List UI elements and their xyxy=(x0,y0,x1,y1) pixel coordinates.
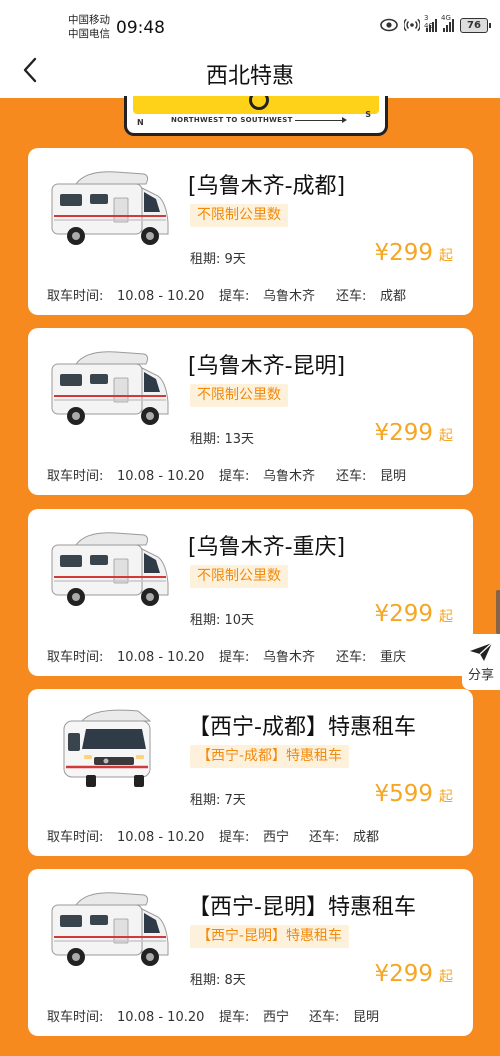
pickup-time-label: 取车时间: xyxy=(47,830,104,845)
signal-2-label: 4G xyxy=(441,14,451,22)
offer-card[interactable]: 【西宁-昆明】特惠租车 【西宁-昆明】特惠租车 租期: 8天 ¥299 起 取车时… xyxy=(28,869,473,1036)
pickup-dates: 10.08 - 10.20 xyxy=(117,469,205,484)
offer-info-row: 取车时间: 10.08 - 10.20 提车: 乌鲁木齐 还车: 昆明 xyxy=(47,465,406,484)
battery-icon: 76 xyxy=(460,17,491,33)
offer-route: 【西宁-成都】特惠租车 xyxy=(188,715,416,740)
pickup-time-label: 取车时间: xyxy=(47,1010,104,1025)
price-value: ¥299 xyxy=(374,961,433,987)
pickup-place: 乌鲁木齐 xyxy=(263,289,316,304)
banner-road-sign: N NORTHWEST TO SOUTHWEST S xyxy=(124,96,388,136)
carrier-2: 中国电信 xyxy=(68,28,110,40)
return-place: 重庆 xyxy=(380,650,407,665)
offer-route: [乌鲁木齐-重庆] xyxy=(188,535,346,560)
rv-motorhome-image xyxy=(51,532,169,606)
return-place-label: 还车: xyxy=(309,1010,340,1025)
hotspot-icon xyxy=(404,18,420,32)
offer-card[interactable]: [乌鲁木齐-昆明] 不限制公里数 租期: 13天 ¥299 起 取车时间: 10.0… xyxy=(28,328,473,495)
return-place: 成都 xyxy=(353,830,380,845)
share-label: 分享 xyxy=(467,667,494,683)
rental-duration: 租期: 8天 xyxy=(190,973,246,988)
offer-route: [乌鲁木齐-昆明] xyxy=(188,354,346,379)
carrier-names: 中国移动 中国电信 xyxy=(68,13,110,41)
arrow-right-icon xyxy=(295,117,347,123)
rv-motorhome-image xyxy=(51,171,169,245)
share-plane-icon xyxy=(470,642,493,661)
return-place-label: 还车: xyxy=(336,650,367,665)
offer-card[interactable]: [乌鲁木齐-成都] 不限制公里数 租期: 9天 ¥299 起 取车时间: 10.08… xyxy=(28,148,473,315)
rv-motorhome-image xyxy=(51,351,169,425)
signal-1-label: 3 4G xyxy=(424,14,434,30)
pickup-dates: 10.08 - 10.20 xyxy=(117,289,205,304)
clock: 09:48 xyxy=(116,18,165,38)
rental-duration: 租期: 9天 xyxy=(190,252,246,267)
offer-tag: 【西宁-成都】特惠租车 xyxy=(190,745,350,768)
return-place-label: 还车: xyxy=(309,830,340,845)
price-value: ¥299 xyxy=(374,240,433,266)
offer-route: 【西宁-昆明】特惠租车 xyxy=(188,895,416,920)
nav-bar: 西北特惠 xyxy=(0,44,500,98)
pickup-place-label: 提车: xyxy=(219,650,250,665)
pickup-place-label: 提车: xyxy=(219,830,250,845)
banner-route-text: NORTHWEST TO SOUTHWEST xyxy=(171,116,293,124)
share-button[interactable]: 分享 xyxy=(462,634,500,690)
offer-route: [乌鲁木齐-成都] xyxy=(188,174,346,199)
page-title: 西北特惠 xyxy=(205,64,294,89)
status-icons: 3 4G 4G 76 xyxy=(380,14,491,33)
price-value: ¥599 xyxy=(374,781,433,807)
signal-2-icon: 4G xyxy=(441,14,454,32)
offer-info-row: 取车时间: 10.08 - 10.20 提车: 西宁 还车: 成都 xyxy=(47,826,379,845)
banner-left-letter: N xyxy=(137,118,144,127)
pickup-dates: 10.08 - 10.20 xyxy=(117,650,205,665)
pickup-time-label: 取车时间: xyxy=(47,469,104,484)
return-place: 成都 xyxy=(380,289,407,304)
pickup-dates: 10.08 - 10.20 xyxy=(117,830,205,845)
return-place-label: 还车: xyxy=(336,469,367,484)
offer-price: ¥299 起 xyxy=(374,601,453,627)
price-suffix: 起 xyxy=(439,789,453,805)
price-suffix: 起 xyxy=(439,969,453,985)
offer-card[interactable]: [乌鲁木齐-重庆] 不限制公里数 租期: 10天 ¥299 起 取车时间: 10.0… xyxy=(28,509,473,676)
pickup-place: 乌鲁木齐 xyxy=(263,650,316,665)
offer-tag: 【西宁-昆明】特惠租车 xyxy=(190,925,350,948)
pickup-place-label: 提车: xyxy=(219,289,250,304)
offer-info-row: 取车时间: 10.08 - 10.20 提车: 乌鲁木齐 还车: 重庆 xyxy=(47,646,406,665)
price-value: ¥299 xyxy=(374,601,433,627)
scroll-indicator xyxy=(496,590,500,634)
pickup-place-label: 提车: xyxy=(219,469,250,484)
rv-motorhome-front-image xyxy=(63,709,152,787)
carrier-1: 中国移动 xyxy=(68,14,110,26)
pickup-place: 乌鲁木齐 xyxy=(263,469,316,484)
eye-icon xyxy=(380,18,398,32)
rental-duration: 租期: 13天 xyxy=(190,432,255,447)
offer-tag: 不限制公里数 xyxy=(190,565,288,588)
pickup-place-label: 提车: xyxy=(219,1010,250,1025)
pickup-time-label: 取车时间: xyxy=(47,650,104,665)
return-place: 昆明 xyxy=(353,1010,380,1025)
pickup-dates: 10.08 - 10.20 xyxy=(117,1010,205,1025)
price-suffix: 起 xyxy=(439,609,453,625)
rv-motorhome-image xyxy=(51,892,169,966)
offer-tag: 不限制公里数 xyxy=(190,384,288,407)
offer-price: ¥299 起 xyxy=(374,961,453,987)
rental-duration: 租期: 10天 xyxy=(190,613,255,628)
price-suffix: 起 xyxy=(439,428,453,444)
price-value: ¥299 xyxy=(374,420,433,446)
offer-price: ¥299 起 xyxy=(374,240,453,266)
banner-right-letter: S xyxy=(365,110,371,119)
price-suffix: 起 xyxy=(439,248,453,264)
rental-duration: 租期: 7天 xyxy=(190,793,246,808)
signal-1-icon: 3 4G xyxy=(424,14,437,32)
pickup-place: 西宁 xyxy=(263,830,290,845)
offer-info-row: 取车时间: 10.08 - 10.20 提车: 西宁 还车: 昆明 xyxy=(47,1006,379,1025)
return-place-label: 还车: xyxy=(336,289,367,304)
offer-price: ¥599 起 xyxy=(374,781,453,807)
offer-card[interactable]: 【西宁-成都】特惠租车 【西宁-成都】特惠租车 租期: 7天 ¥599 起 取车时… xyxy=(28,689,473,856)
return-place: 昆明 xyxy=(380,469,407,484)
offer-tag: 不限制公里数 xyxy=(190,204,288,227)
pickup-place: 西宁 xyxy=(263,1010,290,1025)
status-bar: 中国移动 中国电信 09:48 3 4G 4G 76 xyxy=(0,0,500,44)
offer-info-row: 取车时间: 10.08 - 10.20 提车: 乌鲁木齐 还车: 成都 xyxy=(47,285,406,304)
offer-price: ¥299 起 xyxy=(374,420,453,446)
pickup-time-label: 取车时间: xyxy=(47,289,104,304)
